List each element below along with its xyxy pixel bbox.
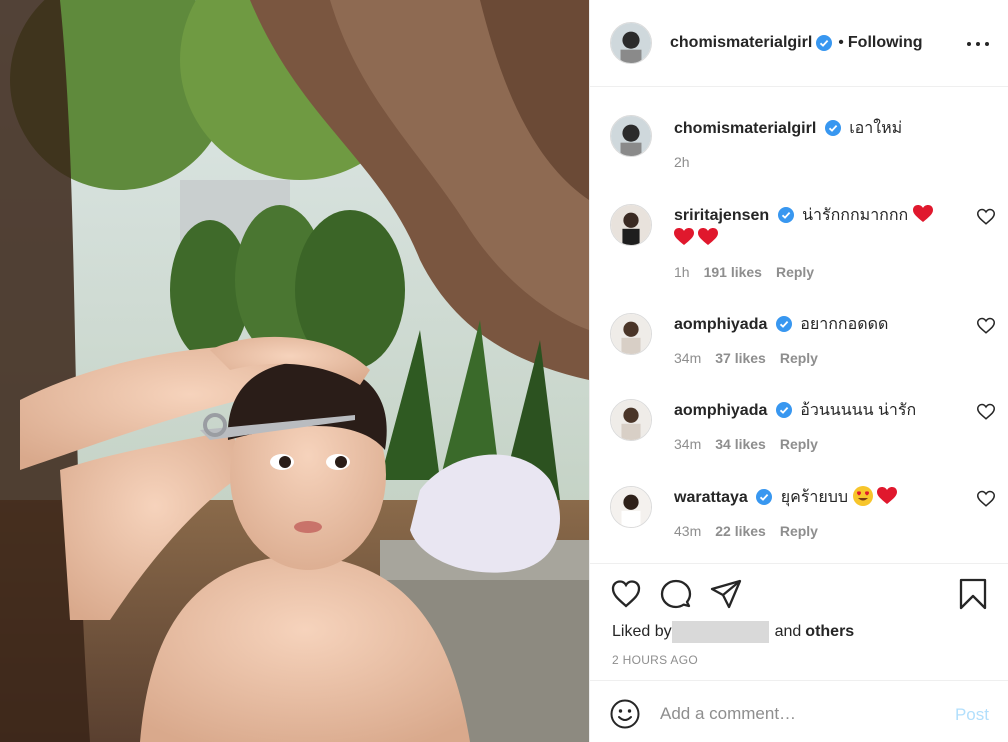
liked-by-connector: and	[774, 623, 802, 640]
verified-badge-icon	[775, 316, 792, 332]
reply-button[interactable]: Reply	[780, 350, 818, 366]
caption-text: เอาใหม่	[849, 120, 903, 137]
liked-by-prefix: Liked by	[612, 623, 672, 640]
redacted-username	[671, 621, 769, 643]
comment-like-heart-icon[interactable]	[977, 403, 995, 421]
comment-like-heart-icon[interactable]	[977, 317, 995, 335]
comment-text: อยากกอดดด	[800, 316, 889, 333]
comment-bubble-icon[interactable]	[660, 578, 692, 610]
commenter-avatar[interactable]	[610, 399, 652, 441]
reply-button[interactable]: Reply	[780, 523, 818, 539]
red-heart-emoji	[912, 205, 933, 222]
reply-button[interactable]: Reply	[780, 436, 818, 452]
comment-time[interactable]: 34m	[674, 436, 701, 452]
comment-meta: 1h 191 likes Reply	[674, 264, 964, 280]
verified-badge-icon	[756, 489, 773, 505]
comment-like-heart-icon[interactable]	[977, 208, 995, 226]
comment-time[interactable]: 1h	[674, 264, 690, 280]
comment-meta: 43m 22 likes Reply	[674, 523, 964, 539]
comment-like-heart-icon[interactable]	[977, 490, 995, 508]
comment-username[interactable]: aomphiyada	[674, 316, 767, 333]
heart-outline-icon[interactable]	[610, 578, 642, 610]
liked-by-others-link[interactable]: others	[805, 623, 854, 641]
heart-eyes-emoji	[852, 486, 873, 506]
author-username[interactable]: chomismaterialgirl	[670, 34, 812, 52]
post-actions: Liked by and others 2 HOURS AGO	[590, 563, 1008, 679]
author-avatar[interactable]	[610, 22, 652, 64]
comment-text: น่ารักกกมากกก	[802, 207, 909, 224]
comment-username[interactable]: aomphiyada	[674, 402, 767, 419]
bookmark-icon[interactable]	[957, 578, 989, 610]
post-detail-panel: chomismaterialgirl • Following chomismat…	[589, 0, 1008, 742]
photo-illustration	[0, 0, 589, 742]
commenter-avatar[interactable]	[610, 204, 652, 246]
caption-time[interactable]: 2h	[674, 154, 690, 170]
add-comment-bar: Post	[590, 680, 1008, 742]
comment-meta: 34m 34 likes Reply	[674, 436, 964, 452]
more-options-icon[interactable]	[967, 33, 989, 55]
header-user-block: chomismaterialgirl • Following	[670, 34, 923, 52]
comment-text: ยุคร้ายบบ	[780, 489, 849, 506]
header-separator: •	[838, 34, 844, 51]
commenter-avatar[interactable]	[610, 313, 652, 355]
comment-likes[interactable]: 191 likes	[704, 264, 762, 280]
post-photo[interactable]	[0, 0, 589, 742]
post-timestamp[interactable]: 2 HOURS AGO	[612, 653, 698, 667]
caption-author-avatar[interactable]	[610, 115, 652, 157]
comment-text: อ้วนนนนน น่ารัก	[800, 402, 917, 419]
comment-username[interactable]: sriritajensen	[674, 207, 769, 224]
verified-badge-icon	[777, 207, 794, 223]
red-heart-emoji	[674, 228, 694, 245]
post-comment-button[interactable]: Post	[955, 705, 989, 725]
red-heart-emoji	[698, 228, 719, 245]
add-comment-input[interactable]	[660, 699, 930, 729]
emoji-smiley-icon[interactable]	[610, 699, 640, 729]
verified-badge-icon	[824, 120, 841, 136]
commenter-avatar[interactable]	[610, 486, 652, 528]
verified-badge-icon	[816, 35, 833, 51]
paper-plane-icon[interactable]	[710, 578, 742, 610]
caption-username[interactable]: chomismaterialgirl	[674, 120, 816, 137]
caption-meta: 2h	[674, 154, 964, 170]
liked-by-summary: Liked by and others	[612, 621, 854, 643]
verified-badge-icon	[775, 402, 792, 418]
comment-likes[interactable]: 34 likes	[715, 436, 766, 452]
comment-likes[interactable]: 22 likes	[715, 523, 766, 539]
comment-meta: 34m 37 likes Reply	[674, 350, 964, 366]
comment-time[interactable]: 34m	[674, 350, 701, 366]
post-header: chomismaterialgirl • Following	[590, 0, 1008, 87]
comment-likes[interactable]: 37 likes	[715, 350, 766, 366]
following-button[interactable]: Following	[848, 34, 923, 52]
comment-time[interactable]: 43m	[674, 523, 701, 539]
red-heart-emoji	[876, 487, 897, 504]
comments-list: chomismaterialgirl เอาใหม่ 2h sriritajen…	[590, 88, 1008, 562]
reply-button[interactable]: Reply	[776, 264, 814, 280]
comment-username[interactable]: warattaya	[674, 489, 748, 506]
